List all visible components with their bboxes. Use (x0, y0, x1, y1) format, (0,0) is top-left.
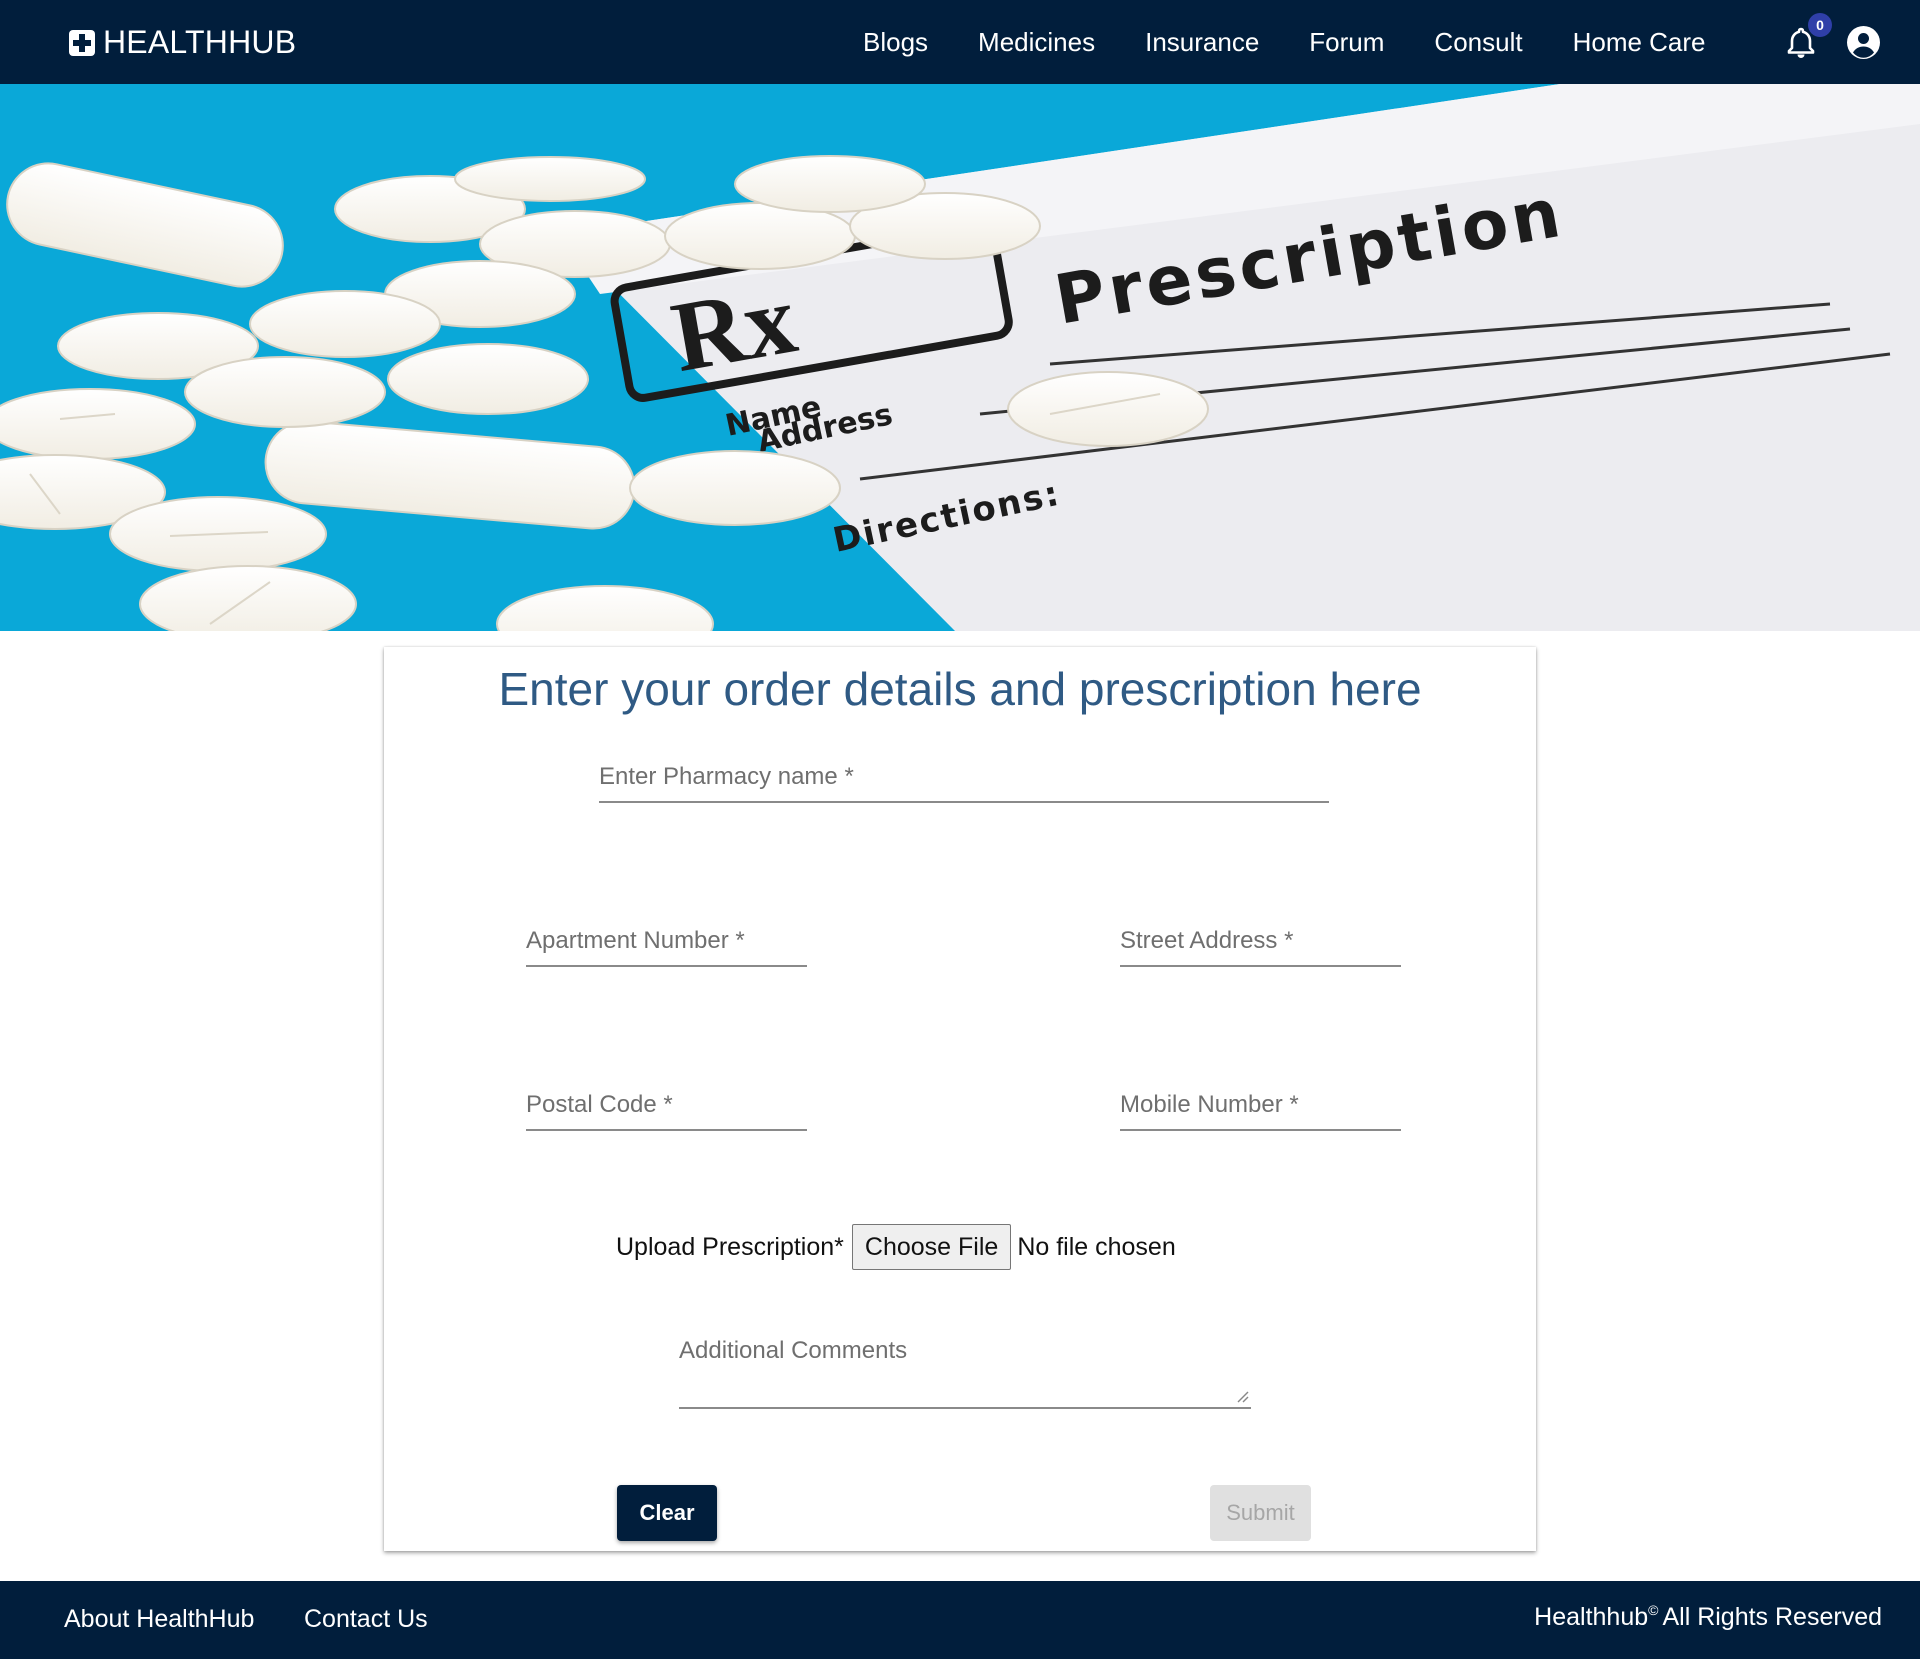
rx-text: Rx (664, 263, 804, 394)
nav-home-care[interactable]: Home Care (1573, 27, 1706, 58)
pharmacy-name-placeholder: Enter Pharmacy name * (599, 763, 854, 790)
copyright-mark: © (1648, 1601, 1659, 1618)
copyright-text: All Rights Reserved (1662, 1603, 1882, 1631)
mobile-number-placeholder: Mobile Number * (1120, 1091, 1299, 1118)
additional-comments-textarea[interactable]: Additional Comments (679, 1337, 1251, 1409)
apartment-number-placeholder: Apartment Number * (526, 927, 745, 954)
form-title: Enter your order details and prescriptio… (498, 663, 1422, 715)
additional-comments-placeholder: Additional Comments (679, 1337, 908, 1364)
top-navbar: HEALTHHUB Blogs Medicines Insurance Foru… (0, 0, 1920, 84)
nav-forum[interactable]: Forum (1309, 27, 1384, 58)
postal-code-placeholder: Postal Code * (526, 1091, 673, 1118)
file-status-text: No file chosen (1017, 1232, 1176, 1261)
medical-plus-icon (69, 29, 95, 56)
pharmacy-name-input[interactable]: Enter Pharmacy name * (599, 753, 1329, 803)
brand-logo[interactable]: HEALTHHUB (69, 24, 296, 61)
order-form-card: Enter your order details and prescriptio… (384, 647, 1536, 1551)
apartment-number-input[interactable]: Apartment Number * (526, 917, 807, 967)
copyright-brand: Healthhub (1534, 1603, 1649, 1631)
upload-prescription-row: Upload Prescription* Choose File No file… (616, 1224, 1176, 1270)
street-address-input[interactable]: Street Address * (1120, 917, 1401, 967)
prescription-pills-image: Rx Prescription Name Address Directions: (0, 84, 1920, 631)
notification-count-badge: 0 (1808, 13, 1832, 37)
contact-us-link[interactable]: Contact Us (304, 1605, 428, 1634)
account-circle-icon[interactable] (1847, 26, 1880, 59)
mobile-number-input[interactable]: Mobile Number * (1120, 1081, 1401, 1131)
medical-plus-icon (1502, 1604, 1530, 1632)
nav-blogs[interactable]: Blogs (863, 27, 928, 58)
choose-file-button[interactable]: Choose File (851, 1224, 1012, 1270)
nav-consult[interactable]: Consult (1434, 27, 1522, 58)
nav-insurance[interactable]: Insurance (1145, 27, 1259, 58)
brand-name: HEALTHHUB (103, 24, 297, 60)
hero-banner: Rx Prescription Name Address Directions: (0, 84, 1920, 631)
main-nav: Blogs Medicines Insurance Forum Consult … (863, 0, 1706, 84)
postal-code-input[interactable]: Postal Code * (526, 1081, 807, 1131)
clear-button[interactable]: Clear (617, 1485, 717, 1541)
site-footer: About HealthHub Contact Us Healthhub © A… (0, 1581, 1920, 1659)
resize-handle-icon[interactable] (1237, 1391, 1249, 1403)
submit-button[interactable]: Submit (1210, 1485, 1311, 1541)
street-address-placeholder: Street Address * (1120, 927, 1294, 954)
upload-prescription-label: Upload Prescription* (616, 1232, 844, 1261)
nav-medicines[interactable]: Medicines (978, 27, 1095, 58)
copyright-notice: Healthhub © All Rights Reserved (1502, 1601, 1882, 1632)
about-healthhub-link[interactable]: About HealthHub (64, 1605, 254, 1634)
